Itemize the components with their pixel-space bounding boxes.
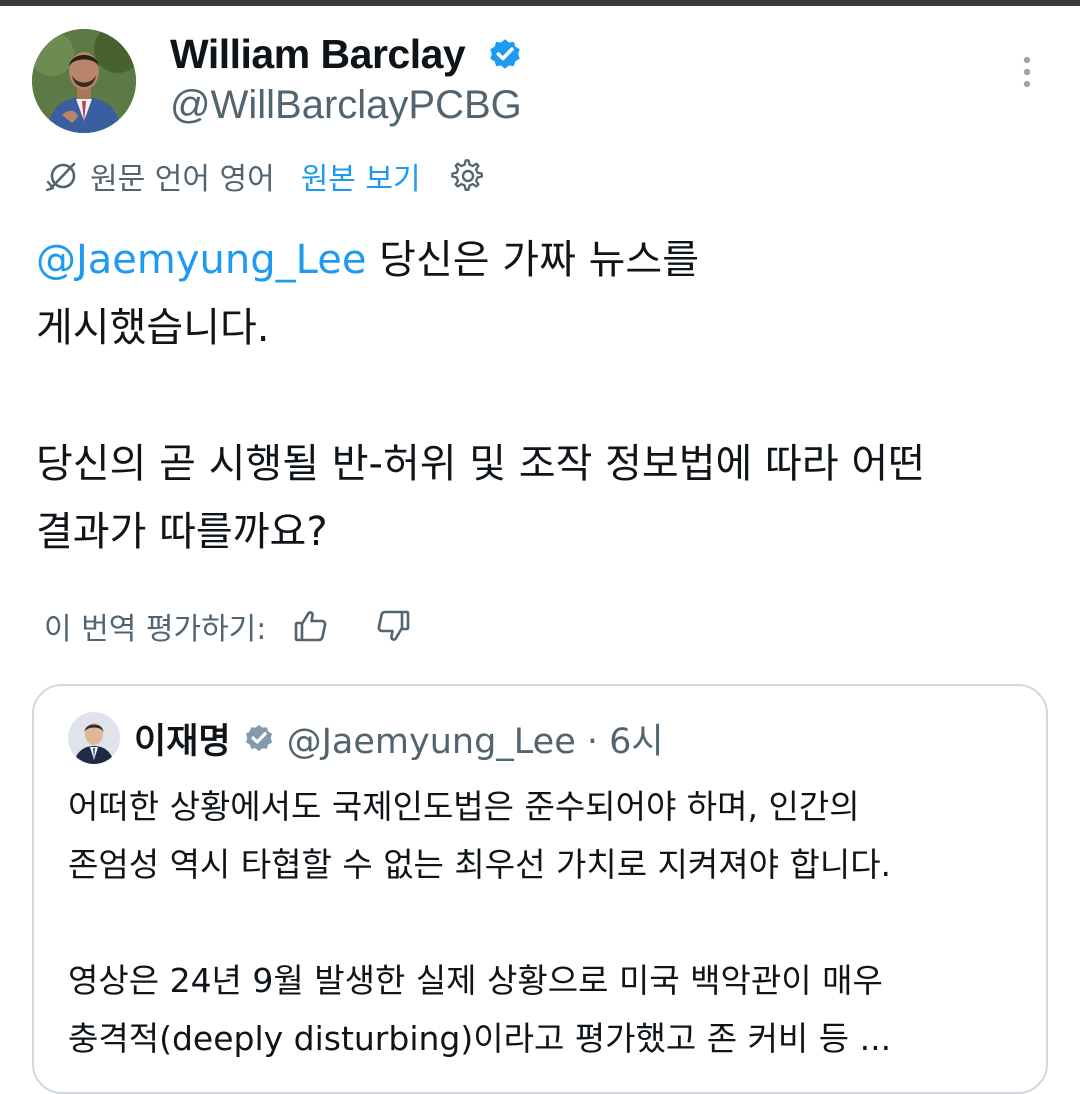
quoted-avatar-photo — [68, 712, 120, 764]
quoted-line-1: 어떠한 상황에서도 국제인도법은 준수되어야 하며, 인간의 — [68, 787, 860, 826]
view-original-link[interactable]: 원본 보기 — [301, 154, 421, 198]
author-handle[interactable]: @WillBarclayPCBG — [170, 81, 522, 129]
top-edge-bar — [0, 0, 1080, 6]
rate-translation-label: 이 번역 평가하기: — [44, 612, 267, 647]
thumbs-up-icon[interactable] — [292, 607, 330, 645]
tweet-line-3: 당신의 곧 시행될 반-허위 및 조작 정보법에 따라 어떤 — [36, 441, 925, 487]
translation-bar: 원문 언어 영어 원본 보기 — [44, 154, 485, 198]
avatar-photo — [32, 29, 136, 133]
settings-gear-icon[interactable] — [450, 159, 485, 193]
quoted-author-avatar[interactable] — [68, 712, 120, 764]
quoted-tweet-header: 이재명 @Jaemyung_Lee · 6시 — [68, 710, 664, 766]
tweet-text: @Jaemyung_Lee 당신은 가짜 뉴스를 게시했습니다. 당신의 곧 시… — [36, 226, 1046, 566]
rate-translation-row: 이 번역 평가하기: — [44, 604, 456, 648]
quoted-line-3: 영상은 24년 9월 발생한 실제 상황으로 미국 백악관이 매우 — [68, 961, 883, 1000]
tweet-line-1-text: 당신은 가짜 뉴스를 — [366, 237, 699, 283]
source-language-text: 원문 언어 영어 — [90, 162, 275, 197]
verified-badge-icon — [490, 39, 520, 69]
thumbs-down-icon[interactable] — [374, 607, 412, 645]
quoted-tweet-card[interactable]: 이재명 @Jaemyung_Lee · 6시 어떠한 상황에서도 국제인도법은 … — [32, 684, 1048, 1094]
author-display-name[interactable]: William Barclay — [170, 30, 466, 78]
quoted-author-name[interactable]: 이재명 — [134, 713, 231, 764]
quoted-line-4: 충격적(deeply disturbing)이라고 평가했고 존 커비 등 ..… — [68, 1019, 892, 1058]
tweet-line-2: 게시했습니다. — [36, 305, 270, 351]
tweet-line-4: 결과가 따를까요? — [36, 509, 328, 555]
author-avatar[interactable] — [32, 29, 136, 133]
translate-icon — [45, 162, 76, 192]
quoted-tweet-text: 어떠한 상황에서도 국제인도법은 준수되어야 하며, 인간의 존엄성 역시 타협… — [68, 778, 1028, 1068]
more-vertical-icon[interactable] — [1012, 54, 1042, 90]
mention-link[interactable]: @Jaemyung_Lee — [36, 237, 366, 283]
government-verified-badge-icon — [245, 724, 272, 752]
tweet-line-1: @Jaemyung_Lee 당신은 가짜 뉴스를 — [36, 226, 1046, 294]
quoted-line-2: 존엄성 역시 타협할 수 없는 최우선 가치로 지켜져야 합니다. — [68, 845, 892, 884]
quoted-author-handle-time[interactable]: @Jaemyung_Lee · 6시 — [287, 713, 664, 764]
